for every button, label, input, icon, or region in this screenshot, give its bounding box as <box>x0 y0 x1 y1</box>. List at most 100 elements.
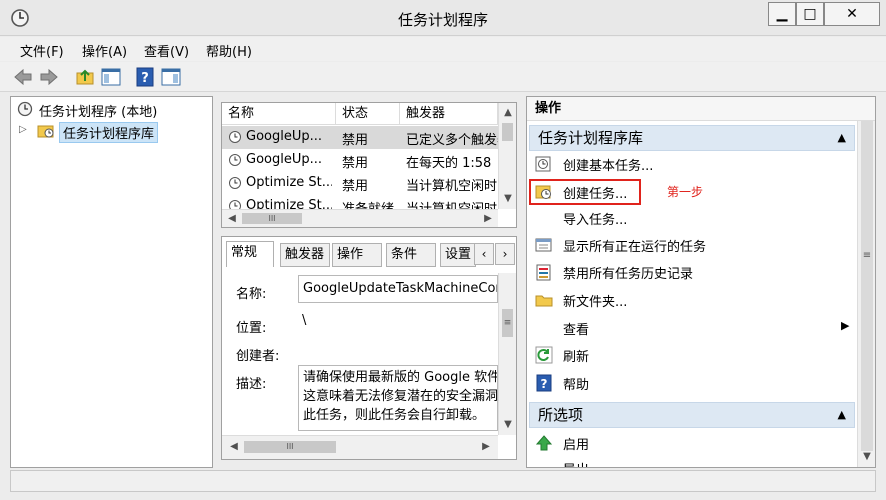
action-disable-history[interactable]: 禁用所有任务历史记录 <box>535 261 853 283</box>
scroll-thumb[interactable]: ≡ <box>861 121 873 451</box>
task-status: 禁用 <box>342 156 369 171</box>
history-icon <box>536 264 551 281</box>
location-value: \ <box>302 313 307 328</box>
description-line: 这意味着无法修复潜在的安全漏洞。 <box>303 389 498 404</box>
tree-item-library[interactable]: ▷ 任务计划程序库 <box>19 122 209 143</box>
detail-vertical-scrollbar[interactable]: ≡ ▼ <box>498 273 516 435</box>
task-status: 准备就绪 <box>342 198 398 209</box>
center-pane: 名称 状态 触发器 GoogleUp... 禁用 已定义多个触发器 Google… <box>218 96 520 468</box>
expand-arrow-icon[interactable]: ▷ <box>19 124 27 135</box>
up-folder-icon[interactable] <box>74 66 96 88</box>
forward-arrow-icon[interactable] <box>38 66 60 88</box>
submenu-arrow-icon: ▶ <box>841 319 850 332</box>
menu-action[interactable]: 操作(A) <box>82 41 127 60</box>
refresh-icon <box>535 346 553 364</box>
show-hide-tree-icon[interactable] <box>100 66 122 88</box>
collapse-arrow-icon[interactable]: ▲ <box>838 126 846 150</box>
scroll-thumb[interactable]: III <box>242 213 302 224</box>
action-create-basic-task[interactable]: 创建基本任务... <box>535 153 853 175</box>
action-enable[interactable]: 启用 <box>535 432 853 454</box>
task-clock-icon <box>229 154 241 166</box>
task-detail-panel: 常规 触发器 操作 条件 设置 ‹ › 名称: GoogleUpdateTask… <box>221 236 517 460</box>
scroll-thumb[interactable]: III <box>244 441 336 453</box>
task-list: 名称 状态 触发器 GoogleUp... 禁用 已定义多个触发器 Google… <box>221 102 517 228</box>
action-import-task[interactable]: 导入任务... <box>535 207 853 229</box>
task-row[interactable]: GoogleUp... 禁用 在每天的 1:58 <box>222 149 498 172</box>
section-selected-item[interactable]: 所选项 ▲ <box>529 402 855 428</box>
tab-settings[interactable]: 设置 <box>440 243 476 267</box>
task-list-horizontal-scrollbar[interactable]: ◀ III ▶ <box>222 209 498 227</box>
tab-actions[interactable]: 操作 <box>332 243 382 267</box>
name-label: 名称: <box>236 287 267 302</box>
title-bar: 任务计划程序 ▁ □ ✕ <box>0 0 886 36</box>
show-action-pane-icon[interactable] <box>160 66 182 88</box>
tab-triggers[interactable]: 触发器 <box>280 243 330 267</box>
tree-root-label: 任务计划程序 (本地) <box>39 105 158 120</box>
tree-item-root[interactable]: 任务计划程序 (本地) <box>15 100 205 120</box>
collapse-arrow-icon[interactable]: ▲ <box>838 403 846 427</box>
status-bar <box>10 470 876 492</box>
column-header-name[interactable]: 名称 <box>222 103 336 125</box>
action-help[interactable]: ? 帮助 <box>535 372 853 394</box>
task-name-field[interactable]: GoogleUpdateTaskMachineCore <box>298 275 498 303</box>
task-list-vertical-scrollbar[interactable]: ▲ ▼ <box>498 103 516 209</box>
scroll-left-arrow-icon[interactable]: ◀ <box>226 441 242 452</box>
task-clock-icon <box>229 177 241 189</box>
actions-vertical-scrollbar[interactable]: ≡ ▼ <box>857 121 875 467</box>
create-task-icon <box>535 185 551 199</box>
menu-help[interactable]: 帮助(H) <box>206 41 252 60</box>
menu-file[interactable]: 文件(F) <box>20 41 64 60</box>
action-view[interactable]: 查看 ▶ <box>535 317 853 339</box>
action-show-running-tasks[interactable]: 显示所有正在运行的任务 <box>535 234 853 256</box>
task-row[interactable]: Optimize St... 禁用 当计算机空闲时 <box>222 172 498 195</box>
close-button[interactable]: ✕ <box>824 2 880 26</box>
help-icon: ? <box>536 374 552 392</box>
minimize-button[interactable]: ▁ <box>768 2 796 26</box>
column-header-status[interactable]: 状态 <box>336 103 400 125</box>
scroll-down-arrow-icon[interactable]: ▼ <box>500 419 516 430</box>
back-arrow-icon[interactable] <box>12 66 34 88</box>
location-label: 位置: <box>236 321 267 336</box>
description-label: 描述: <box>236 377 267 392</box>
action-label: 禁用所有任务历史记录 <box>563 267 694 282</box>
scroll-down-arrow-icon[interactable]: ▼ <box>500 193 516 204</box>
running-tasks-icon <box>535 238 552 252</box>
task-trigger: 已定义多个触发器 <box>406 133 498 148</box>
column-header-trigger[interactable]: 触发器 <box>400 103 498 125</box>
tab-scroll-left-icon[interactable]: ‹ <box>474 243 494 265</box>
tab-conditions[interactable]: 条件 <box>386 243 436 267</box>
folder-clock-icon <box>37 125 54 138</box>
section-task-library[interactable]: 任务计划程序库 ▲ <box>529 125 855 151</box>
help-icon[interactable]: ? <box>134 66 156 88</box>
task-clock-icon <box>229 131 241 143</box>
scroll-down-arrow-icon[interactable]: ▼ <box>859 451 875 462</box>
scroll-left-arrow-icon[interactable]: ◀ <box>224 213 240 224</box>
maximize-button[interactable]: □ <box>796 2 824 26</box>
action-new-folder[interactable]: 新文件夹... <box>535 289 853 311</box>
clock-icon <box>17 101 33 117</box>
enable-icon <box>535 435 553 451</box>
action-refresh[interactable]: 刷新 <box>535 344 853 366</box>
action-label: 启用 <box>563 438 590 453</box>
task-clock-icon <box>229 200 241 209</box>
scroll-right-arrow-icon[interactable]: ▶ <box>480 213 496 224</box>
scroll-thumb[interactable]: ≡ <box>502 309 513 337</box>
action-label: 显示所有正在运行的任务 <box>563 240 707 255</box>
menu-bar: 文件(F) 操作(A) 查看(V) 帮助(H) <box>0 37 886 61</box>
tab-scroll-right-icon[interactable]: › <box>495 243 515 265</box>
detail-horizontal-scrollbar[interactable]: ◀ III ▶ <box>222 435 498 459</box>
menu-view[interactable]: 查看(V) <box>144 41 189 60</box>
task-row[interactable]: GoogleUp... 禁用 已定义多个触发器 <box>222 126 498 149</box>
task-name: Optimize St... <box>246 198 332 209</box>
scroll-up-arrow-icon[interactable]: ▲ <box>500 107 516 118</box>
tab-general[interactable]: 常规 <box>226 241 274 267</box>
task-name: GoogleUp... <box>246 129 323 144</box>
section-title: 任务计划程序库 <box>538 129 644 147</box>
window-title: 任务计划程序 <box>397 11 488 29</box>
description-field[interactable]: 请确保使用最新版的 Google 软件。 这意味着无法修复潜在的安全漏洞。 此任… <box>298 365 498 431</box>
scroll-right-arrow-icon[interactable]: ▶ <box>478 441 494 452</box>
scroll-thumb[interactable] <box>502 123 513 141</box>
create-basic-task-icon <box>535 156 551 172</box>
task-row[interactable]: Optimize St... 准备就绪 当计算机空闲时 <box>222 195 498 209</box>
action-export[interactable]: 导出... <box>535 457 853 467</box>
